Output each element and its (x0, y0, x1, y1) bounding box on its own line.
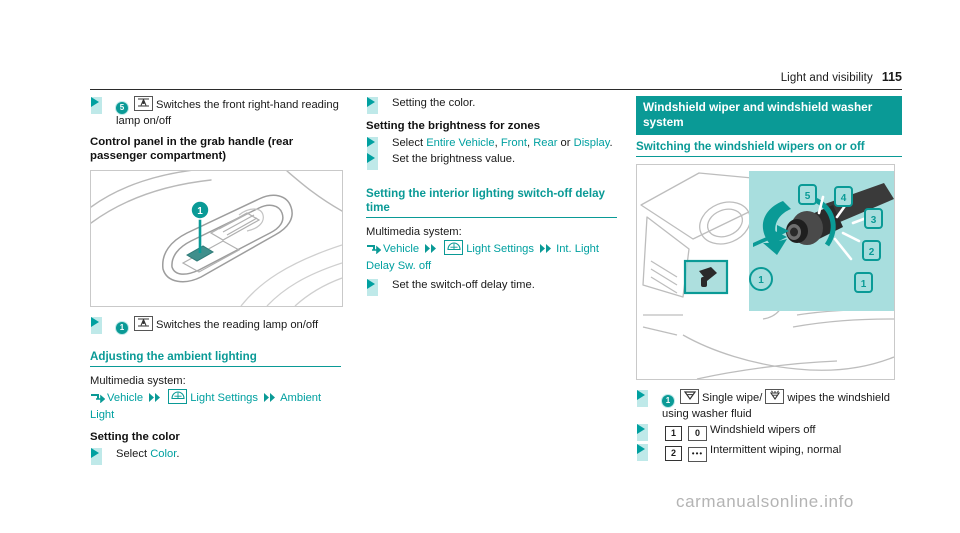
menu-path-ambient-light: Vehicle Light Settings Ambient Light (90, 389, 341, 423)
svg-text:1: 1 (758, 275, 764, 286)
callout-badge-1: 1 (116, 322, 128, 335)
figure-wiper-stalk: 5 4 3 2 1 1 (636, 164, 895, 380)
light-settings-icon (168, 389, 188, 405)
menu-item-vehicle[interactable]: Vehicle (107, 392, 143, 404)
menu-separator-icon (425, 243, 438, 258)
bullet-text-pre: Select (392, 137, 424, 150)
menu-item-light-settings[interactable]: Light Settings (190, 392, 258, 404)
callout-badge-2: 2 (665, 446, 682, 462)
menu-option-display[interactable]: Display (574, 137, 610, 149)
page-number: 115 (881, 70, 902, 84)
menu-path-switchoff-delay: Vehicle Light Settings Int. Light Delay … (366, 239, 617, 274)
bullet-arrow-icon (367, 153, 378, 171)
bullet-text: Set the brightness value. (392, 153, 516, 166)
bullet-arrow-icon (91, 317, 102, 335)
bullet-select-color: Select Color. (90, 447, 341, 466)
bullet-text-pre: Single wipe/ (702, 392, 763, 404)
bullet-text: Setting the color. (392, 97, 476, 109)
conjunction: or (560, 137, 571, 150)
svg-text:4: 4 (841, 193, 847, 204)
svg-text:3: 3 (871, 215, 877, 226)
column-3: Windshield wiper and windshield washer s… (636, 96, 902, 464)
menu-item-color[interactable]: Color (150, 448, 176, 460)
bullet-text-pre: Select (116, 448, 148, 461)
heading-switchoff-delay-time: Setting the interior lighting switch-off… (366, 187, 617, 218)
bullet-single-wipe: 1 Single wipe/ wipes the windshield usin… (636, 389, 902, 421)
running-header: Light and visibility 115 (90, 70, 902, 90)
bullet-front-reading-lamp: 5 Switches the front right-hand reading … (90, 96, 341, 128)
bullet-arrow-icon (637, 424, 648, 442)
menu-item-light-settings[interactable]: Light Settings (466, 243, 534, 255)
watermark: carmanualsonline.info (676, 492, 854, 511)
bullet-arrow-icon (367, 278, 378, 296)
menu-option-front[interactable]: Front (501, 137, 527, 149)
bullet-wipers-off: 1 0 Windshield wipers off (636, 423, 902, 442)
heading-wiper-washer-system: Windshield wiper and windshield washer s… (636, 96, 902, 135)
callout-badge-5: 5 (116, 102, 128, 114)
intermittent-wiping-icon: ••• (688, 447, 707, 463)
figure-grab-handle-control-panel: 1 (90, 170, 343, 308)
menu-separator-icon (540, 243, 553, 258)
bullet-set-switchoff-delay: Set the switch-off delay time. (366, 278, 617, 296)
bullet-text: Switches the reading lamp on/off (156, 319, 319, 332)
heading-brightness-zones: Setting the brightness for zones (366, 120, 541, 133)
menu-option-entire-vehicle[interactable]: Entire Vehicle (426, 137, 494, 149)
bullet-text: Intermittent wiping, normal (710, 444, 842, 457)
bullet-arrow-icon (91, 97, 102, 114)
menu-option-rear[interactable]: Rear (533, 137, 557, 149)
header-title: Light and visibility (780, 72, 873, 84)
bullet-text-post: . (609, 137, 613, 150)
bullet-intermittent-wiping: 2 ••• Intermittent wiping, normal (636, 443, 902, 463)
bullet-reading-lamp: 1 Switches the reading lamp on/off (90, 316, 341, 335)
svg-text:2: 2 (869, 247, 875, 258)
column-2: Setting the color. Setting the brightnes… (366, 96, 617, 296)
multimedia-system-label: Multimedia system: (366, 225, 462, 238)
manual-page: Light and visibility 115 5 Switches the f… (0, 0, 960, 533)
reading-lamp-icon (134, 316, 153, 332)
menu-root-arrow-icon (90, 393, 106, 408)
bullet-text: Windshield wipers off (710, 424, 816, 437)
heading-adjusting-ambient-lighting: Adjusting the ambient lighting (90, 350, 341, 368)
bullet-setting-the-color: Setting the color. (366, 96, 617, 114)
heading-setting-the-color: Setting the color (90, 431, 180, 444)
bullet-text-post: . (176, 448, 180, 461)
separator: , (494, 137, 498, 150)
callout-badge-1: 1 (665, 426, 682, 442)
reading-lamp-icon (134, 96, 153, 111)
bullet-set-brightness-value: Set the brightness value. (366, 152, 617, 171)
light-settings-icon (444, 239, 464, 255)
callout-badge-1: 1 (662, 395, 674, 407)
menu-item-vehicle[interactable]: Vehicle (383, 243, 419, 255)
svg-text:5: 5 (805, 191, 811, 202)
heading-switching-wipers: Switching the windshield wipers on or of… (636, 140, 902, 157)
bullet-text: Set the switch-off delay time. (392, 278, 535, 291)
multimedia-system-label: Multimedia system: (90, 375, 186, 388)
bullet-arrow-icon (367, 97, 378, 114)
bullet-arrow-icon (637, 390, 648, 407)
heading-control-panel: Control panel in the grab handle (rear p… (90, 136, 294, 163)
bullet-arrow-icon (637, 444, 648, 462)
menu-root-arrow-icon (366, 244, 382, 259)
single-wipe-icon (680, 389, 699, 404)
bullet-select-zones: Select Entire Vehicle, Front, Rear or Di… (366, 136, 617, 155)
menu-separator-icon (264, 392, 277, 407)
svg-text:1: 1 (197, 206, 203, 217)
svg-text:1: 1 (861, 279, 867, 290)
bullet-arrow-icon (91, 448, 102, 466)
column-1: 5 Switches the front right-hand reading … (90, 96, 343, 466)
three-column-layout: 5 Switches the front right-hand reading … (90, 96, 902, 496)
wipers-off-icon: 0 (688, 426, 707, 442)
menu-separator-icon (149, 392, 162, 407)
separator: , (526, 137, 531, 150)
washer-fluid-icon (765, 389, 785, 404)
